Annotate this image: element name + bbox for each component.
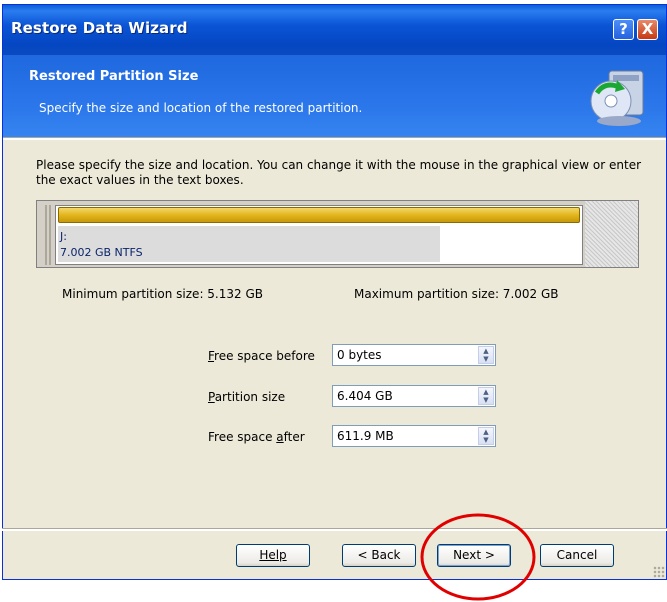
free-space-before-value[interactable]: 0 bytes	[337, 348, 382, 362]
wizard-header: Restored Partition Size Specify the size…	[3, 55, 666, 137]
maximum-size-label: Maximum partition size: 7.002 GB	[354, 287, 559, 301]
free-space-before-input[interactable]: 0 bytes ▲ ▼	[332, 344, 496, 366]
instructions-text: Please specify the size and location. Yo…	[36, 158, 642, 187]
window-title: Restore Data Wizard	[11, 19, 188, 37]
left-margin-tick	[45, 205, 47, 265]
free-space-after-label-pre: Free space	[208, 430, 277, 444]
free-space-after-label: Free space after	[208, 430, 305, 444]
minimum-size-label: Minimum partition size: 5.132 GB	[62, 287, 263, 301]
page-title: Restored Partition Size	[29, 69, 199, 84]
free-space-before-label-rest: ree space before	[214, 349, 315, 363]
page-subtitle: Specify the size and location of the res…	[39, 101, 363, 115]
resize-grip-icon[interactable]	[653, 566, 665, 578]
free-space-after-label-rest: fter	[283, 430, 305, 444]
free-space-after-value[interactable]: 611.9 MB	[337, 429, 394, 443]
partition-size-value[interactable]: 6.404 GB	[337, 389, 393, 403]
free-space-before-spinner-icon[interactable]: ▲ ▼	[478, 346, 494, 364]
free-space-after-input[interactable]: 611.9 MB ▲ ▼	[332, 425, 496, 447]
mnemonic-p: P	[208, 390, 215, 404]
title-bar[interactable]: Restore Data Wizard ? X	[3, 5, 666, 55]
partition-size-field-label: Partition size	[208, 390, 285, 404]
drive-letter-label: J:	[60, 230, 67, 243]
partition-size-bar[interactable]	[58, 207, 580, 223]
free-space-before-label: Free space before	[208, 349, 315, 363]
header-separator	[3, 137, 666, 140]
help-button-label: Help	[259, 548, 287, 562]
partition-size-label: 7.002 GB NTFS	[60, 246, 143, 259]
partition-size-label-rest: artition size	[214, 390, 286, 404]
restore-disk-icon	[590, 70, 644, 126]
annotation-red-circle	[420, 513, 536, 601]
partition-size-input[interactable]: 6.404 GB ▲ ▼	[332, 385, 496, 407]
cancel-button[interactable]: Cancel	[540, 544, 614, 567]
unallocated-space	[585, 201, 638, 267]
cancel-button-label: Cancel	[556, 548, 598, 562]
partition-size-spinner-icon[interactable]: ▲ ▼	[478, 387, 494, 405]
partition-block[interactable]: J: 7.002 GB NTFS	[55, 205, 583, 265]
partition-graphical-view[interactable]: J: 7.002 GB NTFS	[36, 200, 639, 268]
back-button[interactable]: < Back	[342, 544, 416, 567]
back-button-label: < Back	[357, 548, 401, 562]
footer-separator	[2, 528, 667, 531]
mnemonic-a: a	[276, 430, 284, 444]
close-button[interactable]: X	[637, 19, 658, 40]
help-button[interactable]: Help	[236, 544, 310, 567]
help-title-button[interactable]: ?	[613, 19, 634, 40]
left-margin-tick	[49, 205, 51, 265]
free-space-after-spinner-icon[interactable]: ▲ ▼	[478, 427, 494, 445]
